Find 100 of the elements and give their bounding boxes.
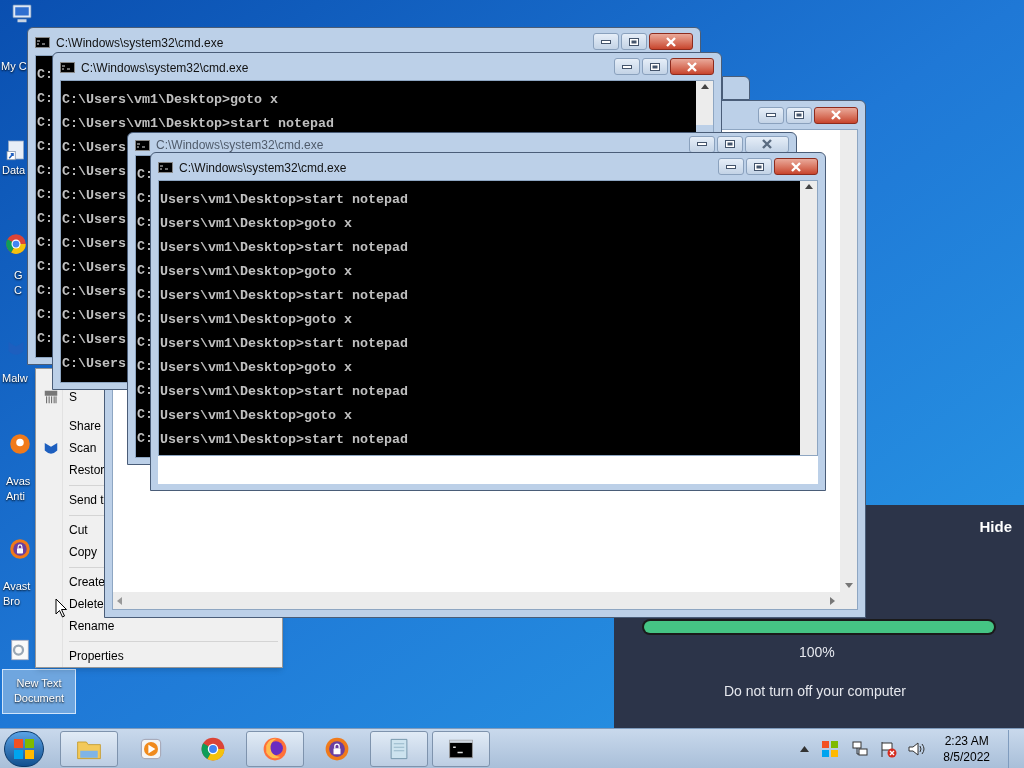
maximize-button[interactable]: [642, 58, 668, 75]
console-line: Users\vm1\Desktop>start notepad: [160, 239, 408, 257]
console-line: C:: [37, 114, 53, 132]
close-icon: [830, 110, 842, 120]
window-title: C:\Windows\system32\cmd.exe: [81, 59, 249, 77]
minimize-button[interactable]: [718, 158, 744, 175]
windows-logo-icon: [13, 737, 35, 760]
close-button[interactable]: [814, 106, 858, 124]
icon-label[interactable]: G C: [14, 268, 23, 298]
console-line: Users\vm1\Desktop>goto x: [160, 263, 352, 281]
taskbar-button[interactable]: [432, 730, 490, 767]
speaker-icon[interactable]: [907, 739, 926, 758]
console-line: Users\vm1\Desktop>start notepad: [160, 191, 408, 209]
menu-item[interactable]: Share: [69, 417, 102, 435]
minimize-icon: [726, 164, 736, 169]
console-line: C:\Users: [62, 283, 126, 301]
network-icon[interactable]: [851, 739, 870, 758]
console-line: C:\Users: [62, 259, 126, 277]
hide-button[interactable]: Hide: [979, 516, 1012, 539]
menu-item[interactable]: Rename: [69, 617, 115, 635]
menu-item[interactable]: Copy: [69, 543, 97, 561]
console-line: C:\Users: [62, 307, 126, 325]
menu-item[interactable]: Cut: [69, 521, 88, 539]
menu-item[interactable]: Send t: [69, 491, 104, 509]
minimize-button[interactable]: [758, 106, 784, 124]
scroll-right-icon: [830, 596, 835, 605]
console-line: C:\Users: [62, 331, 126, 349]
show-hidden-icons-icon[interactable]: [800, 745, 810, 752]
scroll-down-icon: [844, 583, 853, 588]
icon-label[interactable]: My C: [1, 59, 27, 74]
console-line: C:\Users: [62, 139, 126, 157]
console-line: C:: [137, 310, 153, 328]
maximize-button[interactable]: [746, 158, 772, 175]
console-line: C:: [37, 258, 53, 276]
close-icon: [761, 139, 773, 149]
icon-label[interactable]: Avas Anti: [6, 474, 31, 504]
start-button[interactable]: [4, 730, 44, 767]
maximize-icon: [794, 111, 804, 119]
console-line: C:: [137, 358, 153, 376]
maximize-button[interactable]: [786, 106, 812, 124]
menu-item[interactable]: Create: [69, 573, 106, 591]
maximize-button[interactable]: [621, 33, 647, 50]
minimize-button[interactable]: [614, 58, 640, 75]
icon-label[interactable]: Malw: [2, 371, 28, 386]
icon-label[interactable]: Avast Bro: [3, 579, 31, 609]
command-prompt-icon: [158, 162, 173, 173]
gear-file-icon: [8, 638, 32, 662]
command-prompt-icon: [60, 62, 75, 73]
clock-date[interactable]: 8/5/2022: [943, 748, 990, 765]
maximize-icon: [754, 162, 764, 171]
minimize-icon: [622, 64, 632, 69]
scrollbar[interactable]: [800, 181, 817, 455]
icon-label[interactable]: Data: [2, 163, 26, 178]
console-line: Users\vm1\Desktop>start notepad: [160, 287, 408, 305]
console-line: Users\vm1\Desktop>start notepad: [160, 335, 408, 353]
close-icon: [686, 61, 698, 72]
console-line: C:: [137, 406, 153, 424]
console-line: C:\Users: [62, 235, 126, 253]
console-line: Users\vm1\Desktop>goto x: [160, 311, 352, 329]
menu-item[interactable]: Scan: [69, 439, 97, 457]
taskbar-button[interactable]: [246, 730, 304, 767]
menu-item[interactable]: Properties: [69, 647, 124, 665]
console-line: C:: [137, 238, 153, 256]
close-button[interactable]: [670, 58, 714, 75]
menu-item[interactable]: Restor: [69, 461, 105, 479]
scrollbar[interactable]: [840, 130, 857, 592]
console-line: Users\vm1\Desktop>goto x: [160, 215, 352, 233]
console-line: C:: [37, 186, 53, 204]
close-button[interactable]: [774, 158, 818, 175]
window-title: C:\Windows\system32\cmd.exe: [156, 137, 324, 154]
menu-item[interactable]: S: [69, 388, 77, 406]
minimize-icon: [766, 113, 776, 117]
avast-icon: [8, 432, 32, 456]
menu-item[interactable]: Delete: [69, 595, 104, 613]
console-line: C:: [37, 162, 53, 180]
scroll-up-icon: [700, 84, 709, 89]
avast-browser-icon: [8, 537, 32, 561]
minimize-button[interactable]: [593, 33, 619, 50]
console-line: C:: [137, 430, 153, 448]
console-line: C:: [37, 66, 53, 84]
clock-time[interactable]: 2:23 AM: [944, 732, 989, 749]
minimize-icon: [697, 142, 707, 146]
console-line: C:: [37, 306, 53, 324]
command-prompt-icon: [135, 139, 150, 151]
console-line: C:: [137, 334, 153, 352]
minimize-button[interactable]: [689, 135, 715, 153]
console-line: C:: [137, 262, 153, 280]
action-center-flag-icon[interactable]: [879, 739, 898, 758]
scrollbar[interactable]: [696, 81, 713, 125]
scrollbar[interactable]: [113, 592, 857, 609]
maximize-button[interactable]: [717, 135, 743, 153]
command-prompt-icon: [35, 37, 50, 48]
console-line: C:: [37, 138, 53, 156]
chrome-icon: [4, 232, 28, 256]
close-button[interactable]: [745, 135, 789, 153]
maximize-icon: [725, 140, 735, 148]
console-line: Users\vm1\Desktop>goto x: [160, 407, 352, 425]
console-line: C:: [37, 210, 53, 228]
close-button[interactable]: [649, 33, 693, 50]
console-line: Users\vm1\Desktop>start notepad: [160, 431, 408, 449]
